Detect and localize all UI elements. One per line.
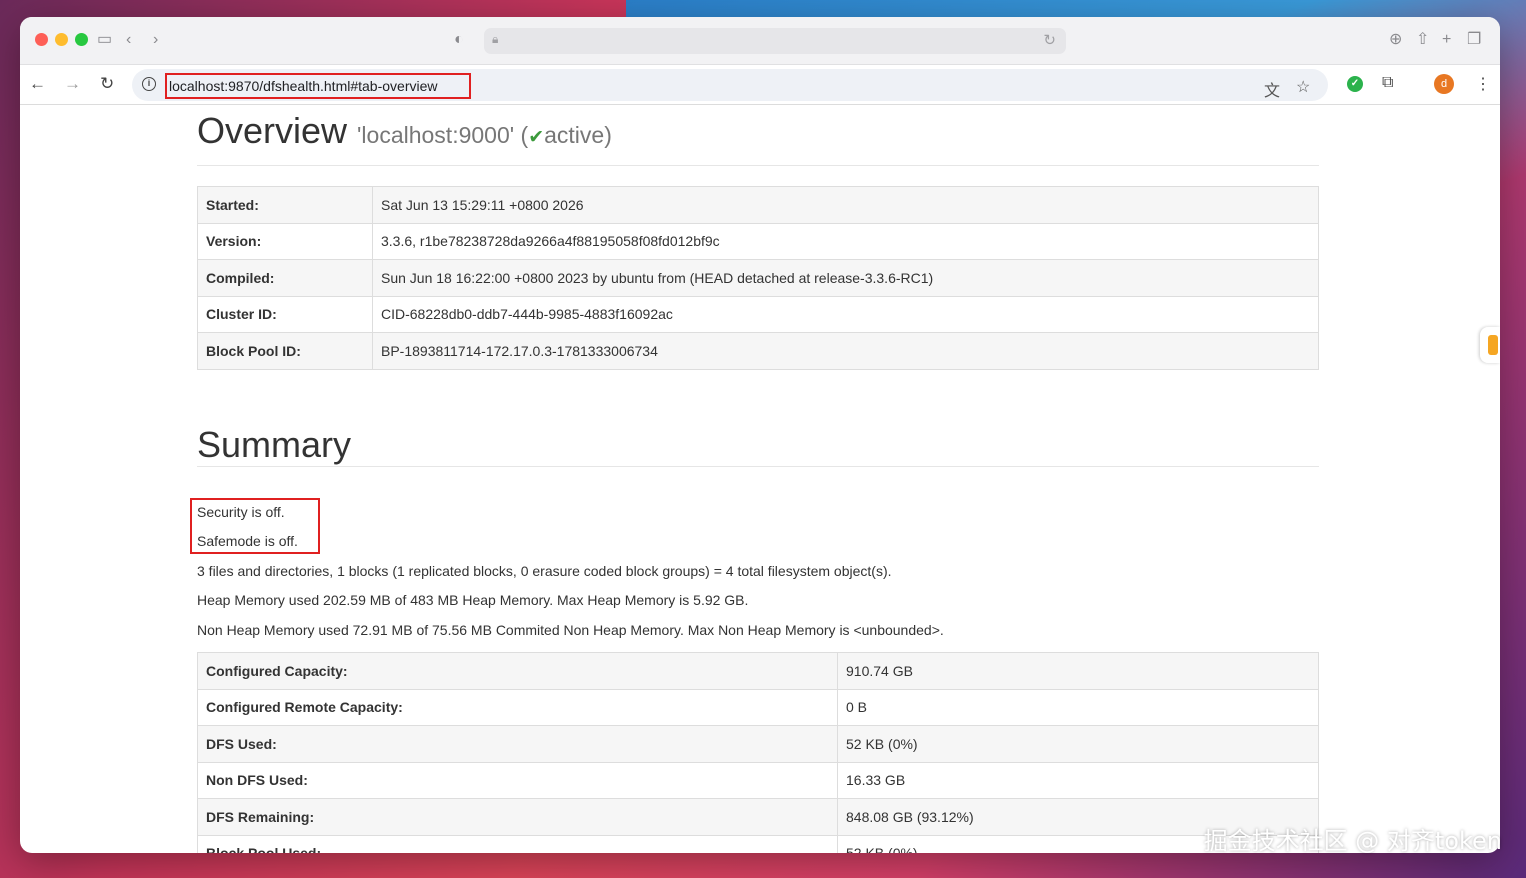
table-row: Configured Remote Capacity: 0 B [197, 688, 1319, 726]
row-label: Cluster ID: [197, 295, 373, 333]
avatar[interactable]: d [1434, 74, 1454, 94]
sidebar-toggle-icon[interactable]: ▭ [97, 30, 112, 50]
table-row: DFS Used: 52 KB (0%) [197, 725, 1319, 763]
close-window-button[interactable] [35, 33, 48, 46]
browser-window: ▭ ‹ › ◐ 🔒︎ ↻ ⊕ ⇧ + ❐ ← → ↻ i localhost:9… [20, 17, 1500, 853]
row-value: Sun Jun 18 16:22:00 +0800 2023 by ubuntu… [372, 259, 1319, 297]
row-value: 910.74 GB [837, 652, 1319, 690]
window-controls [35, 33, 88, 46]
back-chevron-icon[interactable]: ‹ [126, 30, 131, 50]
table-row: Version: 3.3.6, r1be78238728da9266a4f8819… [197, 222, 1319, 260]
title-bar: ▭ ‹ › ◐ 🔒︎ ↻ ⊕ ⇧ + ❐ [20, 17, 1500, 65]
refresh-icon[interactable]: ↻ [100, 73, 114, 95]
row-label: DFS Remaining: [197, 798, 838, 836]
row-label: Configured Remote Capacity: [197, 688, 838, 726]
row-label: Block Pool Used: [197, 834, 838, 853]
menu-kebab-icon[interactable]: ⋮ [1475, 74, 1491, 94]
extension-check-icon[interactable]: ✓ [1347, 76, 1363, 92]
globe-icon[interactable]: ⊕ [1389, 30, 1402, 50]
privacy-shield-icon[interactable]: ◐ [454, 30, 464, 50]
new-tab-icon[interactable]: + [1442, 30, 1451, 50]
browser-toolbar: ← → ↻ i localhost:9870/dfshealth.html#ta… [20, 65, 1500, 105]
row-label: DFS Used: [197, 725, 838, 763]
overview-table: Started: Sat Jun 13 15:29:11 +0800 2026 Ve… [197, 186, 1319, 370]
bookmark-icon [1488, 335, 1498, 355]
heap-memory: Heap Memory used 202.59 MB of 483 MB Hea… [197, 592, 749, 608]
row-label: Compiled: [197, 259, 373, 297]
table-row: Cluster ID: CID-68228db0-ddb7-444b-9985-4… [197, 295, 1319, 333]
check-icon: ✔ [528, 127, 545, 148]
extensions-puzzle-icon[interactable]: ⧉ [1382, 74, 1393, 92]
row-label: Started: [197, 186, 373, 224]
non-heap-memory: Non Heap Memory used 72.91 MB of 75.56 M… [197, 622, 944, 638]
lock-icon: 🔒︎ [492, 32, 499, 46]
maximize-window-button[interactable] [75, 33, 88, 46]
tab-address-bar[interactable]: 🔒︎ ↻ [484, 28, 1066, 54]
forward-chevron-icon[interactable]: › [153, 30, 158, 50]
row-value: Sat Jun 13 15:29:11 +0800 2026 [372, 186, 1319, 224]
divider [197, 165, 1319, 166]
ha-state: active) [544, 122, 612, 148]
back-arrow-icon[interactable]: ← [29, 73, 46, 95]
divider [197, 466, 1319, 467]
row-label: Non DFS Used: [197, 761, 838, 799]
namenode-address: 'localhost:9000' ( [357, 122, 529, 148]
bookmark-star-icon[interactable]: ☆ [1296, 77, 1310, 97]
reload-icon[interactable]: ↻ [1043, 31, 1056, 49]
translate-icon[interactable]: 文 [1264, 77, 1280, 101]
table-row: Block Pool Used:52 KB (0%) [197, 834, 1319, 853]
watermark: 掘金技术社区 @ 对齐token [1203, 827, 1502, 855]
page-content: Overview 'localhost:9000' (✔active) Start… [20, 106, 1500, 853]
overview-heading: Overview 'localhost:9000' (✔active) [197, 110, 612, 152]
row-label: Configured Capacity: [197, 652, 838, 690]
url-field[interactable]: localhost:9870/dfshealth.html#tab-overvi… [165, 73, 471, 99]
row-value: BP-1893811714-172.17.0.3-1781333006734 [372, 332, 1319, 370]
site-info-icon[interactable]: i [142, 77, 156, 91]
table-row: Non DFS Used: 16.33 GB [197, 761, 1319, 799]
filesystem-objects: 3 files and directories, 1 blocks (1 rep… [197, 563, 892, 579]
row-value: 16.33 GB [837, 761, 1319, 799]
table-row: DFS Remaining: 848.08 GB (93.12%) [197, 798, 1319, 836]
forward-arrow-icon[interactable]: → [64, 73, 81, 95]
table-row: Configured Capacity: 910.74 GB [197, 652, 1319, 690]
minimize-window-button[interactable] [55, 33, 68, 46]
tab-overview-icon[interactable]: ❐ [1467, 30, 1481, 50]
row-value: 3.3.6, r1be78238728da9266a4f88195058f08f… [372, 222, 1319, 260]
row-label: Block Pool ID: [197, 332, 373, 370]
table-row: Compiled: Sun Jun 18 16:22:00 +0800 2023 … [197, 259, 1319, 297]
security-status: Security is off. [197, 504, 285, 520]
overview-title: Overview [197, 110, 348, 151]
table-row: Started: Sat Jun 13 15:29:11 +0800 2026 [197, 186, 1319, 224]
table-row: Block Pool ID: BP-1893811714-172.17.0.3-1… [197, 332, 1319, 370]
share-icon[interactable]: ⇧ [1416, 30, 1429, 50]
row-label: Version: [197, 222, 373, 260]
namenode-status: 'localhost:9000' (✔active) [357, 122, 612, 148]
summary-table: Configured Capacity: 910.74 GB Configured … [197, 652, 1319, 853]
omnibox[interactable]: i localhost:9870/dfshealth.html#tab-over… [132, 69, 1328, 101]
side-panel-tab[interactable] [1480, 327, 1500, 363]
row-value: 0 B [837, 688, 1319, 726]
summary-heading: Summary [197, 424, 352, 465]
row-value: CID-68228db0-ddb7-444b-9985-4883f16092ac [372, 295, 1319, 333]
safemode-status: Safemode is off. [197, 533, 298, 549]
row-value: 52 KB (0%) [837, 725, 1319, 763]
